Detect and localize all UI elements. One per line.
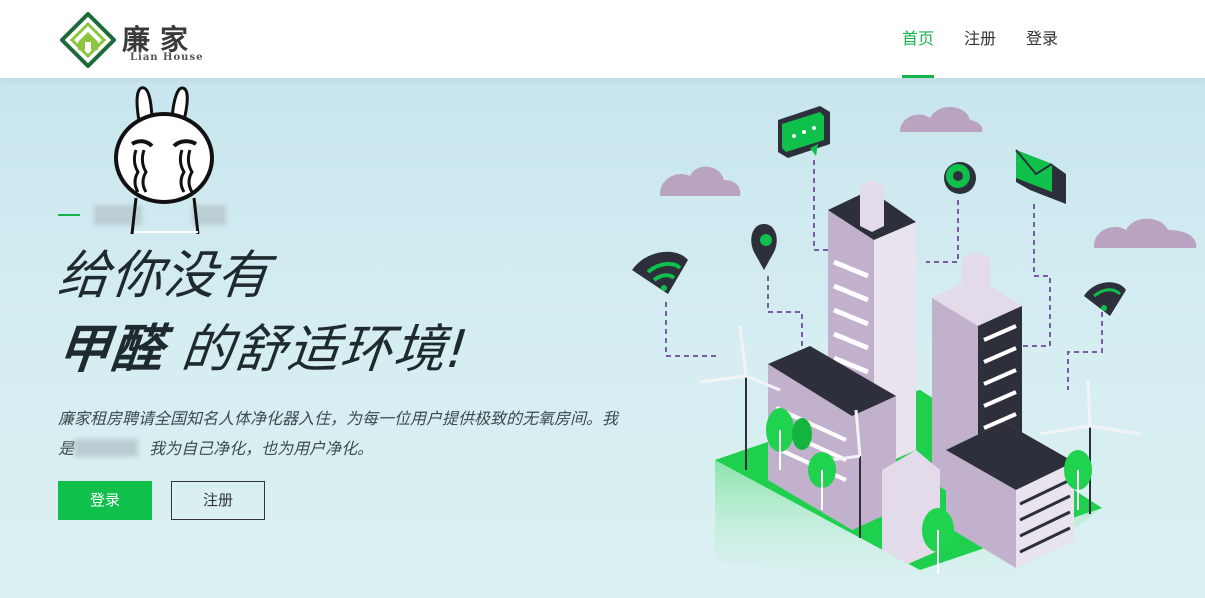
nav-item-home[interactable]: 首页 <box>901 0 934 78</box>
hero-description: 廉家租房聘请全国知名人体净化器入住，为每一位用户提供极致的无氧房间。我是 我为自… <box>58 404 618 464</box>
accent-line <box>58 214 80 216</box>
envelope-icon <box>1015 149 1066 204</box>
description-part-2: 我为自己净化，也为用户净化。 <box>144 439 374 458</box>
blurred-name <box>74 439 139 457</box>
headline-line-2: 甲醛 的舒适环境! <box>54 312 472 388</box>
chat-bubble-icon <box>778 106 830 158</box>
wifi-icon <box>632 251 688 294</box>
headline-bold-keyword: 甲醛 <box>54 320 168 380</box>
nav-item-login[interactable]: 登录 <box>1026 0 1058 78</box>
headline-rest: 的舒适环境! <box>160 320 472 380</box>
smart-city-illustration <box>632 106 1197 598</box>
login-button[interactable]: 登录 <box>58 481 152 520</box>
hero-headline: 给你没有 甲醛 的舒适环境! <box>55 240 472 388</box>
gear-icon <box>944 162 976 194</box>
top-navigation-bar: 廉家 Lian House 首页 注册 登录 <box>0 0 1205 78</box>
crying-bunny-sticker <box>114 86 214 235</box>
wifi-icon-right <box>1084 282 1126 316</box>
register-button[interactable]: 注册 <box>171 481 265 520</box>
headline-line-1: 给你没有 <box>54 246 274 306</box>
brand-name-en: Lian House <box>130 52 204 63</box>
map-pin-icon <box>751 224 777 270</box>
cloud-icon <box>660 106 1197 248</box>
house-logo-icon <box>60 12 116 68</box>
brand-logo[interactable]: 廉家 Lian House <box>60 8 210 68</box>
main-nav: 首页 注册 登录 <box>872 0 1058 78</box>
nav-item-register[interactable]: 注册 <box>964 0 996 78</box>
